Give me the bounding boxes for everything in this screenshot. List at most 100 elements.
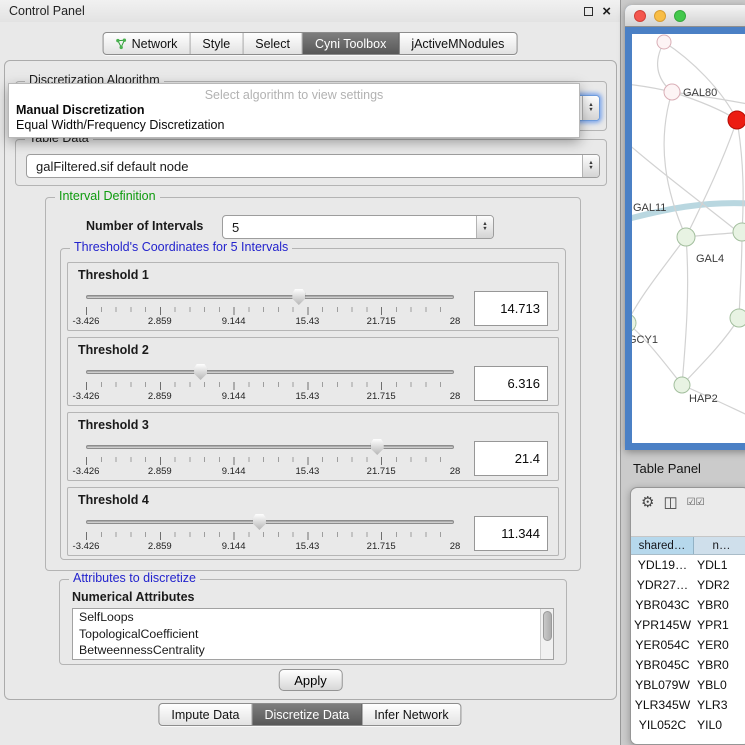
numerical-attributes-list[interactable]: SelfLoopsTopologicalCoefficientBetweenne… [72, 608, 554, 660]
network-node-green[interactable] [674, 377, 690, 393]
table-row[interactable]: YER054CYER0 [631, 635, 745, 655]
column-header[interactable]: shared… [631, 537, 694, 554]
combo-stepper-icon[interactable]: ▲ ▼ [582, 96, 599, 120]
slider-thumb[interactable] [253, 514, 266, 530]
table-row[interactable]: YDL19…YDL1 [631, 555, 745, 575]
threshold-value-field[interactable]: 11.344 [474, 516, 548, 551]
top-tab-strip: NetworkStyle Select Cyni Toolbox jActiveMNo… [103, 32, 518, 55]
float-window-icon[interactable] [584, 7, 593, 16]
table-row[interactable]: YDR27…YDR2 [631, 575, 745, 595]
minimize-traffic-light-icon[interactable] [654, 10, 666, 22]
network-node-green[interactable] [730, 309, 745, 327]
columns-icon[interactable]: ◫ [663, 494, 677, 512]
tab-jactivemnodules[interactable]: jActiveMNodules [399, 33, 516, 54]
scrollbar-thumb[interactable] [543, 611, 552, 641]
table-row[interactable]: YBL079WYBL0 [631, 675, 745, 695]
slider-scale-label: 28 [450, 391, 461, 402]
tab-cyni-toolbox[interactable]: Cyni Toolbox [303, 33, 399, 54]
table-cell: YDL1 [694, 555, 745, 575]
network-node-label: HAP2 [689, 393, 718, 405]
slider-ticks [86, 382, 455, 390]
number-of-intervals-label: Number of Intervals [86, 219, 203, 233]
table-row[interactable]: YBR043CYBR0 [631, 595, 745, 615]
table-cell: YLR3 [694, 695, 745, 715]
combo-stepper-icon[interactable]: ▲ ▼ [476, 216, 493, 238]
table-cell: YBR0 [694, 595, 745, 615]
attribute-item[interactable]: TopologicalCoefficient [73, 626, 553, 643]
table-row[interactable]: YPR145WYPR1 [631, 615, 745, 635]
slider-thumb[interactable] [292, 289, 305, 305]
network-node-pink[interactable] [664, 84, 680, 100]
close-icon[interactable]: × [602, 4, 611, 19]
tab-discretize-data[interactable]: Discretize Data [253, 704, 363, 725]
slider-ticks [86, 457, 455, 465]
select-columns-icon[interactable]: ☑☑ [687, 497, 705, 509]
slider-thumb[interactable] [371, 439, 384, 455]
tab-impute-data[interactable]: Impute Data [159, 704, 252, 725]
tab-network[interactable]: Network [104, 33, 191, 54]
network-node-green[interactable] [733, 223, 745, 241]
table-data-combobox[interactable]: galFiltered.sif default node ▲ ▼ [26, 154, 600, 178]
slider-scale-label: -3.426 [73, 466, 100, 477]
tab-select[interactable]: Select [243, 33, 303, 54]
table-row[interactable]: YLR345WYLR3 [631, 695, 745, 715]
network-svg: GAL80GAL11GAL4GCY1HAP2 [632, 34, 745, 443]
popup-item[interactable]: Equal Width/Frequency Discretization [9, 118, 579, 133]
control-panel-window: Control Panel × NetworkStyleSelectCyni T… [0, 0, 621, 745]
slider-thumb[interactable] [194, 364, 207, 380]
slider-scale-label: 21.715 [367, 541, 396, 552]
table-row[interactable]: YIL052CYIL0 [631, 715, 745, 735]
threshold-value-field[interactable]: 6.316 [474, 366, 548, 401]
network-node-label: GCY1 [632, 334, 658, 346]
chevron-down-icon: ▼ [588, 108, 593, 113]
threshold-slider[interactable] [86, 438, 454, 456]
slider-track[interactable] [86, 295, 454, 299]
threshold-list: Threshold 1 -3.4262.8599.14415.4321.7152… [67, 262, 559, 562]
chevron-down-icon: ▼ [482, 227, 487, 232]
attribute-item[interactable]: SelfLoops [73, 609, 553, 626]
network-node-red[interactable] [728, 111, 745, 129]
attribute-item[interactable]: BetweennessCentrality [73, 642, 553, 659]
column-header[interactable]: n… [694, 537, 745, 554]
apply-button[interactable]: Apply [278, 669, 343, 691]
list-scrollbar[interactable] [540, 609, 553, 659]
threshold-slider[interactable] [86, 288, 454, 306]
gear-icon[interactable]: ⚙ [641, 494, 654, 512]
slider-scale-label: 15.43 [296, 541, 320, 552]
table-cell: YLR345W [631, 695, 694, 715]
tab-label: jActiveMNodules [411, 37, 504, 51]
slider-track[interactable] [86, 520, 454, 524]
slider-scale-label: 15.43 [296, 466, 320, 477]
table-row[interactable]: YBR045CYBR0 [631, 655, 745, 675]
network-node-green[interactable] [632, 314, 636, 332]
numerical-attributes-label: Numerical Attributes [72, 590, 194, 604]
slider-scale-label: 28 [450, 466, 461, 477]
tab-label: Select [255, 37, 290, 51]
slider-scale-label: -3.426 [73, 541, 100, 552]
network-node-label: GAL11 [633, 202, 666, 214]
bottom-tab-strip: Impute Data Discretize DataInfer Network [158, 703, 461, 726]
close-traffic-light-icon[interactable] [634, 10, 646, 22]
tab-infer-network[interactable]: Infer Network [362, 704, 460, 725]
network-node-green[interactable] [677, 228, 695, 246]
number-of-intervals-combobox[interactable]: 5 ▲ ▼ [222, 215, 494, 239]
group-title: Interval Definition [55, 189, 160, 203]
cyni-toolbox-panel: Discretization Algorithm ▲ ▼ Table Data … [4, 60, 617, 700]
combo-stepper-icon[interactable]: ▲ ▼ [582, 155, 599, 177]
zoom-traffic-light-icon[interactable] [674, 10, 686, 22]
threshold-slider[interactable] [86, 363, 454, 381]
threshold-value-field[interactable]: 14.713 [474, 291, 548, 326]
network-canvas[interactable]: GAL80GAL11GAL4GCY1HAP2 [632, 34, 745, 443]
slider-track[interactable] [86, 445, 454, 449]
tab-label: Impute Data [171, 708, 239, 722]
tab-style[interactable]: Style [190, 33, 243, 54]
threshold-slider[interactable] [86, 513, 454, 531]
popup-item[interactable]: Manual Discretization [9, 103, 579, 118]
slider-track[interactable] [86, 370, 454, 374]
slider-scale-label: 15.43 [296, 391, 320, 402]
network-node-pink[interactable] [657, 35, 671, 49]
slider-scale-label: 21.715 [367, 391, 396, 402]
threshold-value-field[interactable]: 21.4 [474, 441, 548, 476]
slider-scale-label: 2.859 [148, 466, 172, 477]
table-data-group: Table Data galFiltered.sif default node … [15, 139, 607, 186]
